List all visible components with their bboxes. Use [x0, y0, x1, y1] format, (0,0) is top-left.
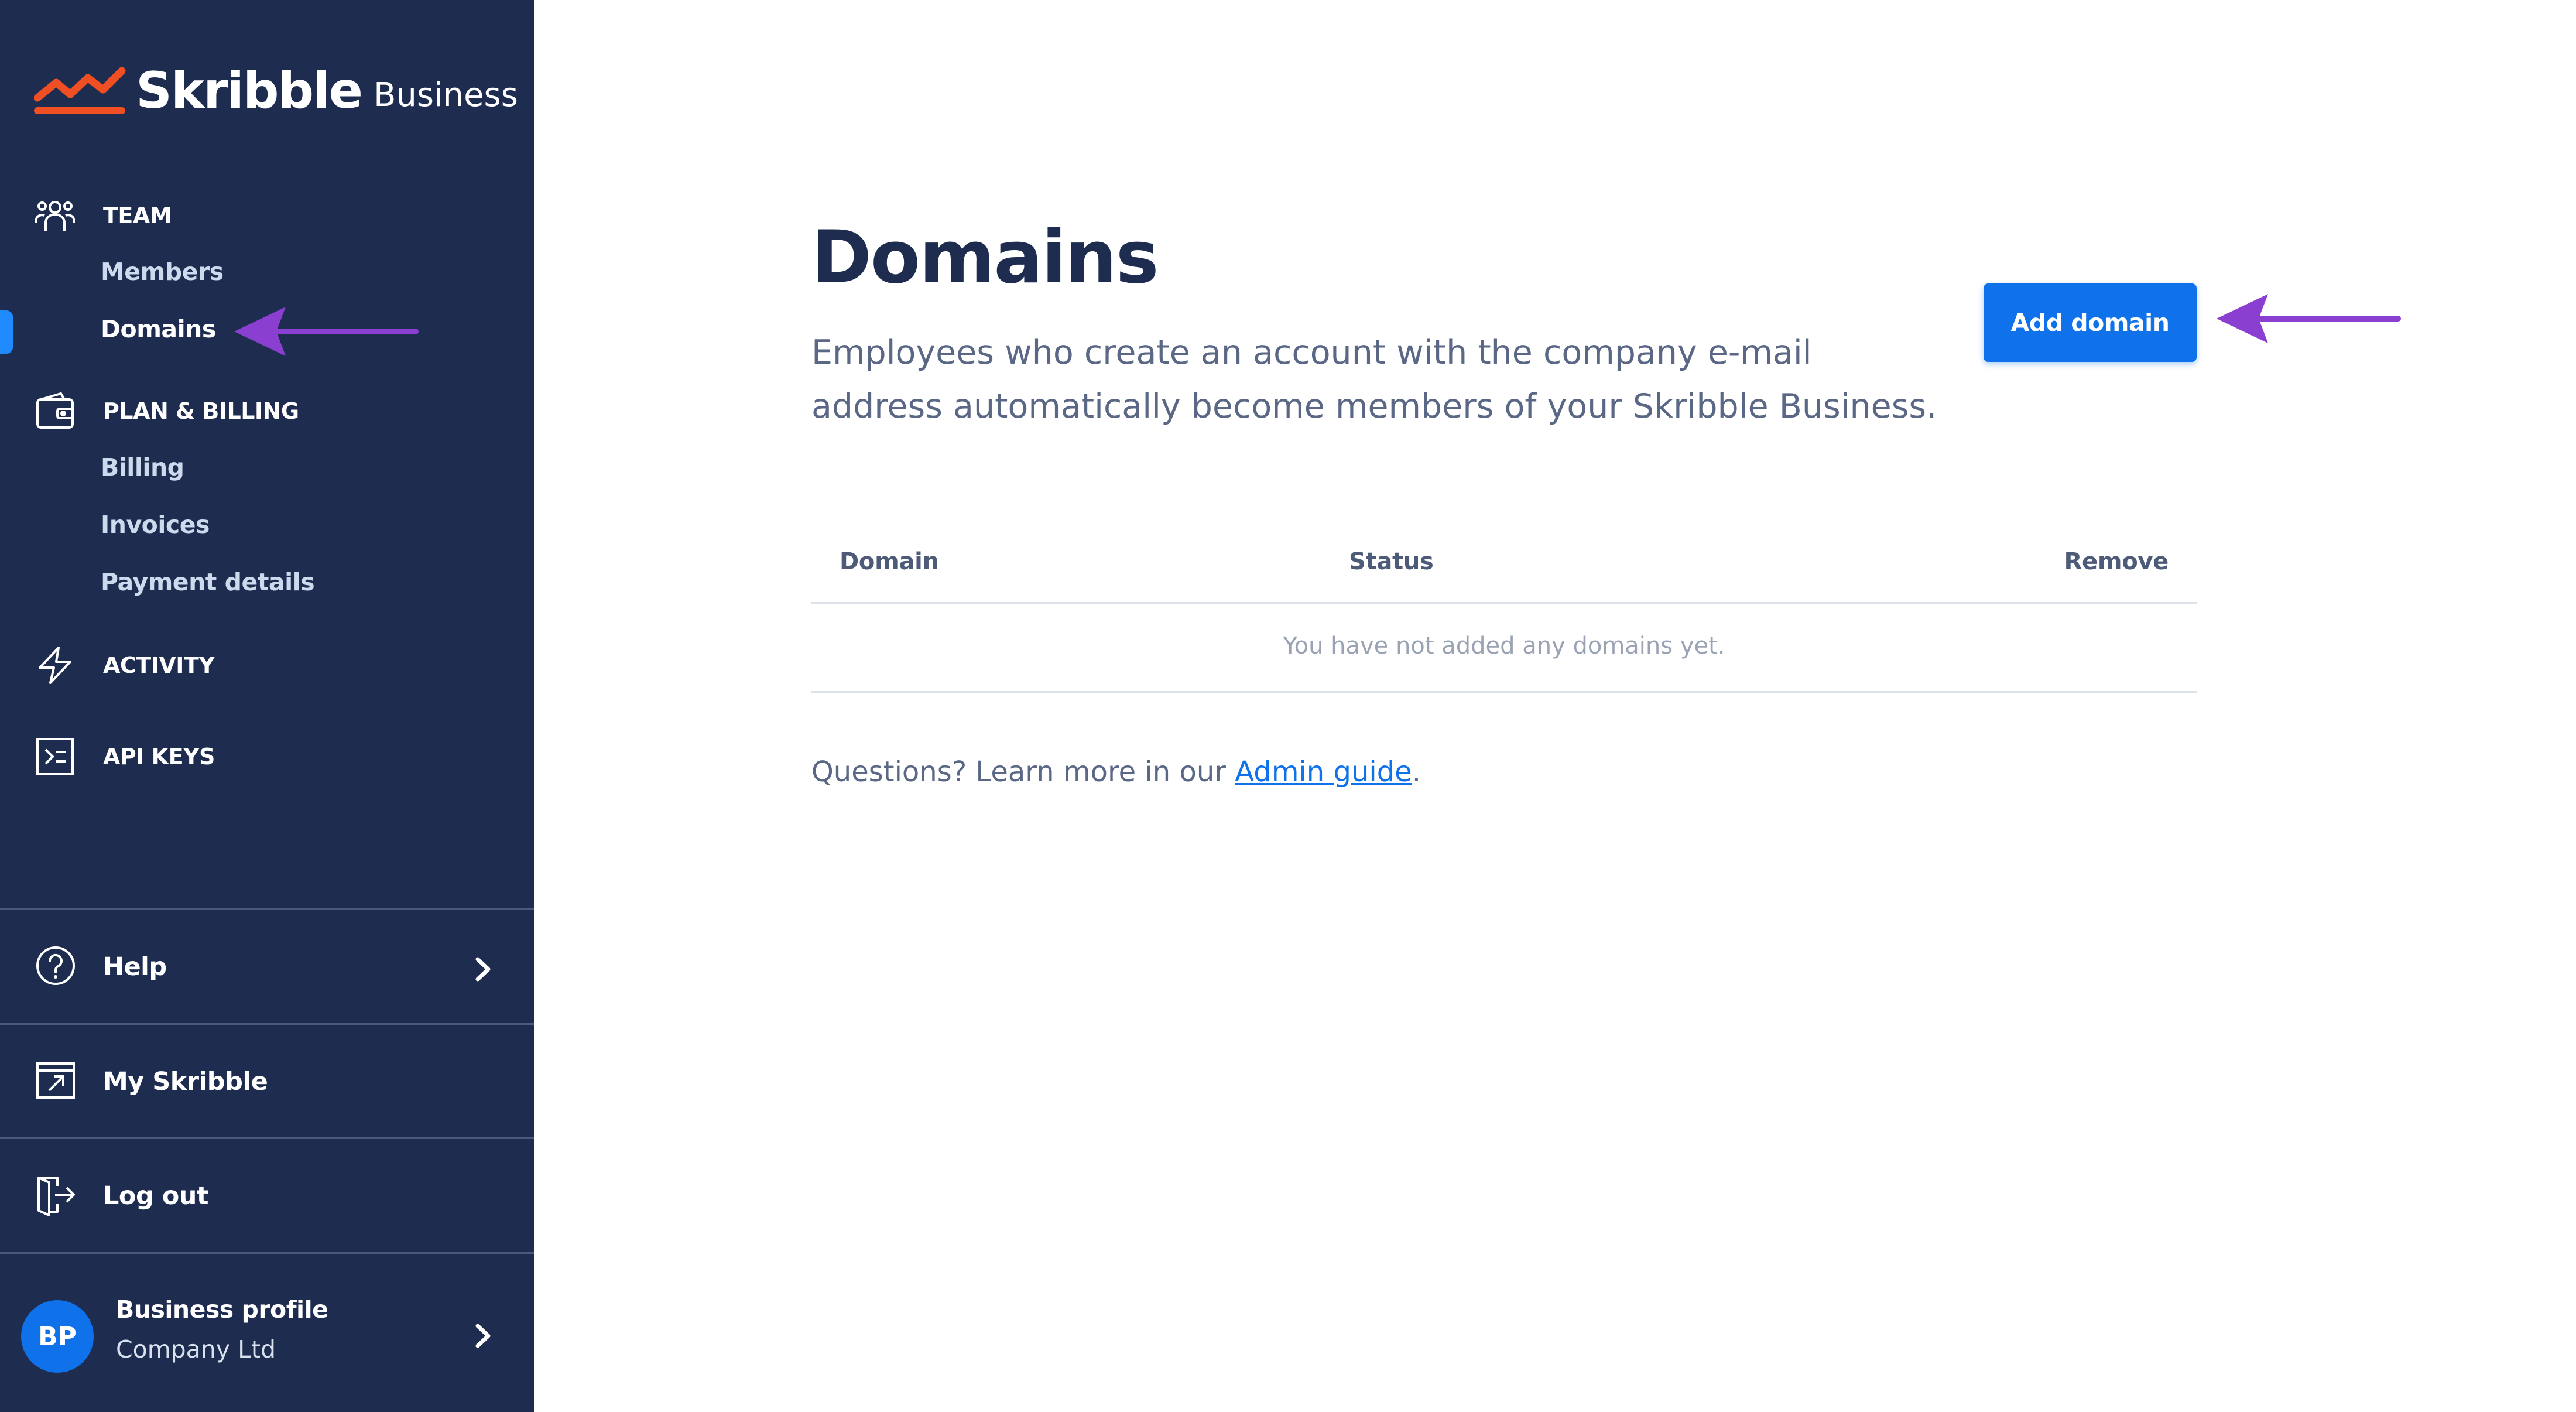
brand-name: Skribble: [136, 61, 363, 120]
lightning-icon: [34, 644, 76, 686]
column-header-status: Status: [1349, 548, 1434, 575]
logout-label: Log out: [103, 1181, 208, 1211]
logout-button[interactable]: Log out: [34, 1173, 208, 1219]
sidebar-section-plan-billing[interactable]: PLAN & BILLING: [34, 390, 299, 432]
sidebar-item-invoices[interactable]: Invoices: [101, 511, 210, 539]
sidebar-divider: [0, 908, 534, 910]
annotation-arrow: [234, 307, 419, 356]
help-icon: [34, 944, 77, 990]
table-header-divider: [811, 602, 2197, 604]
active-indicator: [0, 310, 13, 354]
section-label-plan-billing: PLAN & BILLING: [103, 398, 299, 424]
help-menu-item[interactable]: Help: [34, 944, 167, 990]
sidebar-item-members[interactable]: Members: [101, 258, 224, 286]
page-description: Employees who create an account with the…: [811, 333, 1937, 426]
sidebar-item-domains[interactable]: Domains: [101, 315, 216, 343]
page-title: Domains: [811, 216, 1159, 300]
brand-logo[interactable]: Skribble Business: [34, 59, 518, 123]
sidebar-item-payment-details[interactable]: Payment details: [101, 568, 315, 596]
sidebar-divider: [0, 1137, 534, 1139]
logout-icon: [34, 1173, 77, 1219]
sidebar-item-billing[interactable]: Billing: [101, 453, 184, 481]
sidebar-divider: [0, 1252, 534, 1254]
table-bottom-divider: [811, 691, 2197, 693]
sidebar-divider: [0, 1023, 534, 1025]
external-window-icon: [34, 1059, 77, 1105]
help-footer: Questions? Learn more in our Admin guide…: [811, 755, 1421, 788]
sidebar-section-activity[interactable]: ACTIVITY: [34, 644, 215, 686]
section-label-activity: ACTIVITY: [103, 652, 215, 678]
terminal-icon: [34, 736, 76, 778]
avatar[interactable]: BP: [21, 1300, 94, 1373]
my-skribble-link[interactable]: My Skribble: [34, 1059, 268, 1105]
skribble-zigzag-logo-icon: [34, 67, 126, 114]
sidebar-section-api-keys[interactable]: API KEYS: [34, 736, 215, 778]
chevron-right-icon[interactable]: [468, 1321, 498, 1351]
section-label-api-keys: API KEYS: [103, 744, 215, 770]
admin-guide-link[interactable]: Admin guide: [1235, 755, 1412, 788]
team-icon: [34, 194, 76, 237]
column-header-domain: Domain: [840, 548, 939, 575]
add-domain-button[interactable]: Add domain: [1984, 283, 2197, 362]
sidebar: Skribble Business TEAM Members Domains P…: [0, 0, 534, 1412]
profile-name[interactable]: Business profile: [116, 1295, 328, 1324]
brand-suffix: Business: [373, 76, 518, 114]
chevron-right-icon[interactable]: [468, 955, 498, 984]
annotation-arrow: [2217, 294, 2401, 343]
my-skribble-label: My Skribble: [103, 1067, 268, 1096]
profile-company: Company Ltd: [116, 1335, 276, 1363]
wallet-icon: [34, 390, 76, 432]
help-footer-prefix: Questions? Learn more in our: [811, 755, 1235, 788]
sidebar-section-team[interactable]: TEAM: [34, 194, 172, 237]
help-footer-suffix: .: [1412, 755, 1421, 788]
section-label-team: TEAM: [103, 203, 172, 228]
empty-state-message: You have not added any domains yet.: [1283, 633, 1725, 659]
help-label: Help: [103, 952, 167, 982]
column-header-remove: Remove: [2064, 548, 2169, 575]
